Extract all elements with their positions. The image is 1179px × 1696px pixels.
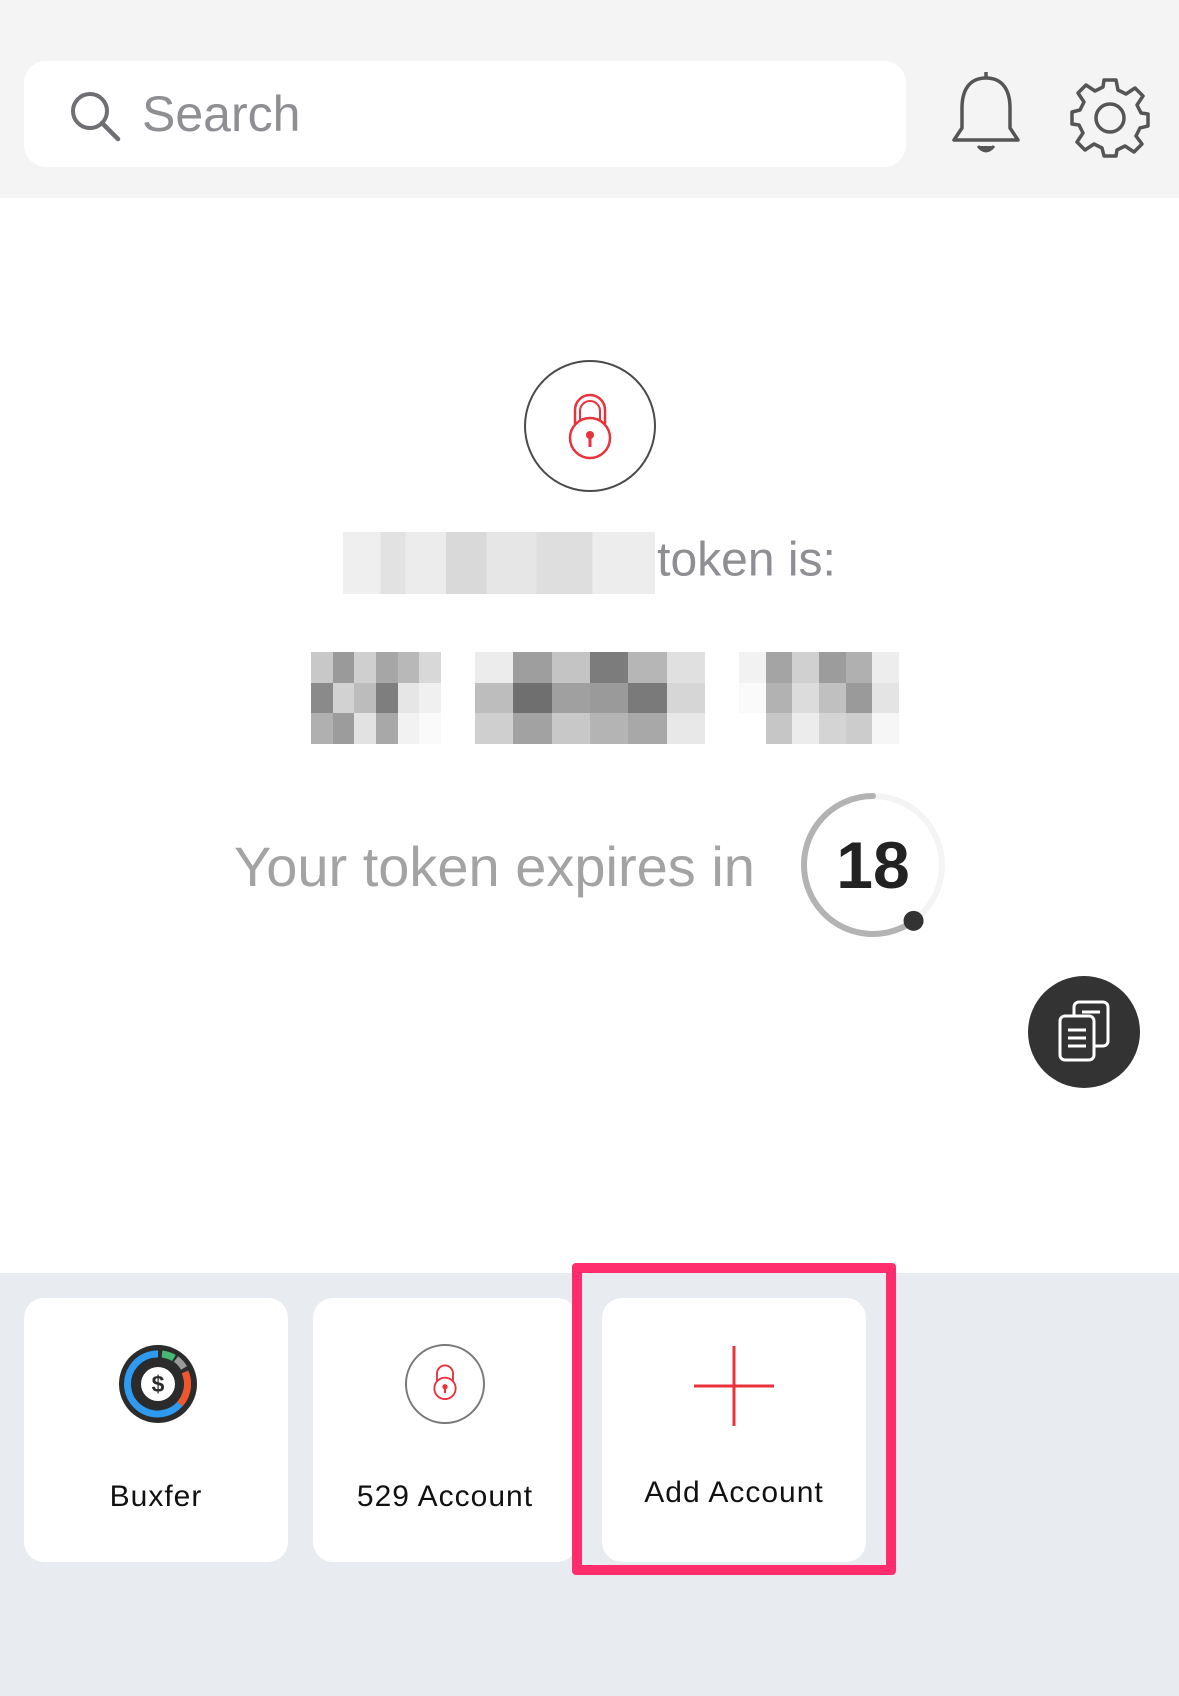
search-icon [71,92,121,142]
lock-icon [433,1364,457,1400]
token-code-redacted[interactable] [270,652,940,744]
top-bar: Search [0,0,1179,198]
token-digits-redacted [475,652,705,744]
search-placeholder: Search [142,86,301,142]
copy-token-button[interactable] [1028,976,1140,1088]
bell-icon[interactable] [946,70,1026,160]
token-digits-redacted [739,652,899,744]
buxfer-dollar-icon: $ [119,1345,197,1423]
redacted-account-name [343,532,656,594]
account-name: 529 Account [356,1480,534,1513]
account-lock-badge [524,360,656,492]
account-name: Buxfer [109,1480,203,1513]
search-input[interactable]: Search [24,61,906,167]
account-lock-badge [405,1344,485,1424]
svg-text:$: $ [152,1371,165,1397]
account-tile-529[interactable]: 529 Account [313,1298,577,1562]
token-label-text: token is: [657,533,836,587]
countdown-timer: 18 [798,790,948,940]
countdown-seconds: 18 [836,828,910,902]
token-label: token is: [0,532,1179,594]
token-digits-redacted [311,652,441,744]
add-account-highlight [572,1263,896,1575]
token-expires-label: Your token expires in [234,835,755,898]
account-tile-buxfer[interactable]: $ Buxfer [24,1298,288,1562]
lock-icon [568,393,612,460]
gear-icon[interactable] [1068,74,1152,158]
copy-icon [1058,1000,1110,1062]
